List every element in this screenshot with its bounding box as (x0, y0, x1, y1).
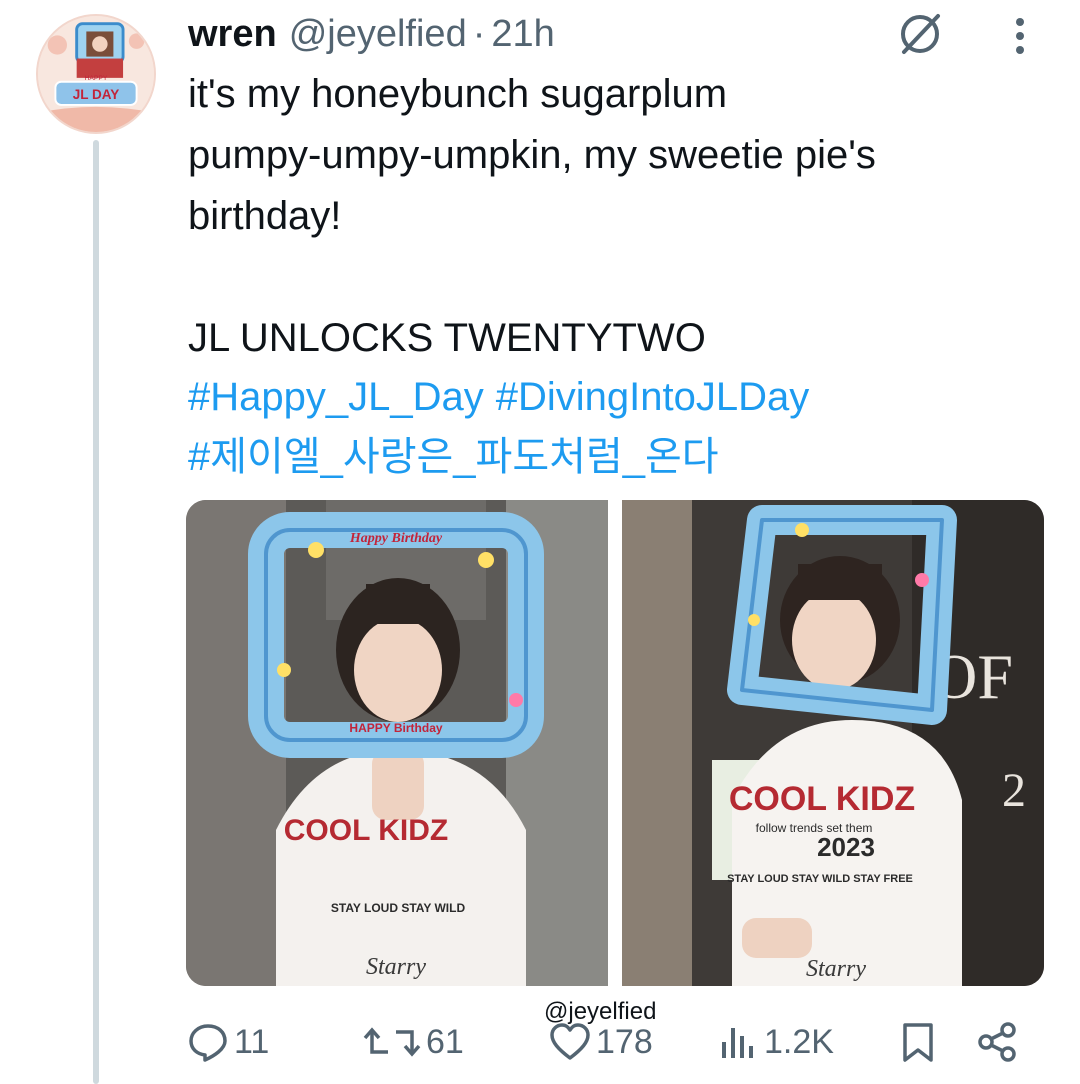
reply-button[interactable]: 11 (186, 1012, 269, 1072)
tweet-text: it's my honeybunch sugarplum pumpy-umpy-… (188, 64, 1048, 369)
tweet-header: wren @jeyelfied · 21h (188, 12, 555, 56)
reply-count: 11 (234, 1022, 270, 1061)
action-bar: 11 61 178 1.2K (186, 1012, 1036, 1072)
shirt-text: COOL KIDZ (284, 814, 448, 847)
retweet-button[interactable]: 61 (362, 1012, 464, 1072)
balloon-text: Happy Birthday (349, 531, 443, 546)
bookmark-icon (903, 1023, 933, 1062)
retweet-icon (363, 1027, 421, 1057)
retweet-count: 61 (426, 1022, 464, 1061)
balloon-text: HAPPY Birthday (349, 721, 442, 735)
shirt-text: STAY LOUD STAY WILD STAY FREE (727, 873, 913, 885)
photo-signature: Starry (366, 954, 426, 980)
author-name[interactable]: wren (188, 13, 277, 56)
share-icon (978, 1022, 1016, 1062)
views-count: 1.2K (764, 1022, 834, 1061)
avatar-banner-text: JL DAY (73, 87, 120, 102)
author-handle[interactable]: @jeyelfied (289, 13, 467, 56)
hashtags: #Happy_JL_Day #DivingIntoJLDay #제이엘_사랑은_파… (188, 367, 1068, 487)
hashtag-link[interactable]: #제이엘_사랑은_파도처럼_온다 (188, 435, 719, 479)
tweet-text-line: birthday! (188, 194, 342, 238)
tweet-text-line: JL UNLOCKS TWENTYTWO (188, 316, 706, 360)
photo-signature: Starry (806, 956, 866, 982)
media-grid: Happy Birthday HAPPY Birthday COOL KIDZ … (186, 500, 1044, 986)
shirt-text: STAY LOUD STAY WILD (331, 901, 466, 915)
separator-dot: · (472, 12, 486, 55)
photo-right[interactable]: OF 2 COOL KIDZ follow trends set them 20… (622, 500, 1044, 986)
avatar-image: JL DAY HAPPY (38, 16, 154, 132)
shirt-year: 2023 (817, 832, 875, 862)
thread-line (93, 140, 99, 1084)
views-button[interactable]: 1.2K (716, 1012, 834, 1072)
avatar[interactable]: JL DAY HAPPY (36, 14, 156, 134)
shirt-text: COOL KIDZ (729, 780, 915, 818)
photo-left[interactable]: Happy Birthday HAPPY Birthday COOL KIDZ … (186, 500, 608, 986)
tweet-time[interactable]: 21h (491, 13, 554, 56)
like-button[interactable]: 178 (548, 1012, 653, 1072)
like-icon (550, 1023, 590, 1060)
views-icon (722, 1028, 753, 1058)
hashtag-link[interactable]: #Happy_JL_Day (188, 375, 484, 419)
hashtag-link[interactable]: #DivingIntoJLDay (496, 375, 810, 419)
grok-icon[interactable] (894, 12, 946, 56)
bookmark-button[interactable] (896, 1012, 940, 1072)
reply-icon (189, 1024, 227, 1062)
more-icon[interactable] (1004, 14, 1036, 58)
share-button[interactable] (976, 1012, 1020, 1072)
tweet-text-line (188, 247, 1048, 308)
tweet-text-line: pumpy-umpy-umpkin, my sweetie pie's (188, 133, 876, 177)
tweet-text-line: it's my honeybunch sugarplum (188, 72, 728, 116)
backdrop-number: 2 (1002, 764, 1026, 817)
like-count: 178 (596, 1022, 653, 1061)
avatar-small-text: HAPPY (85, 75, 108, 82)
